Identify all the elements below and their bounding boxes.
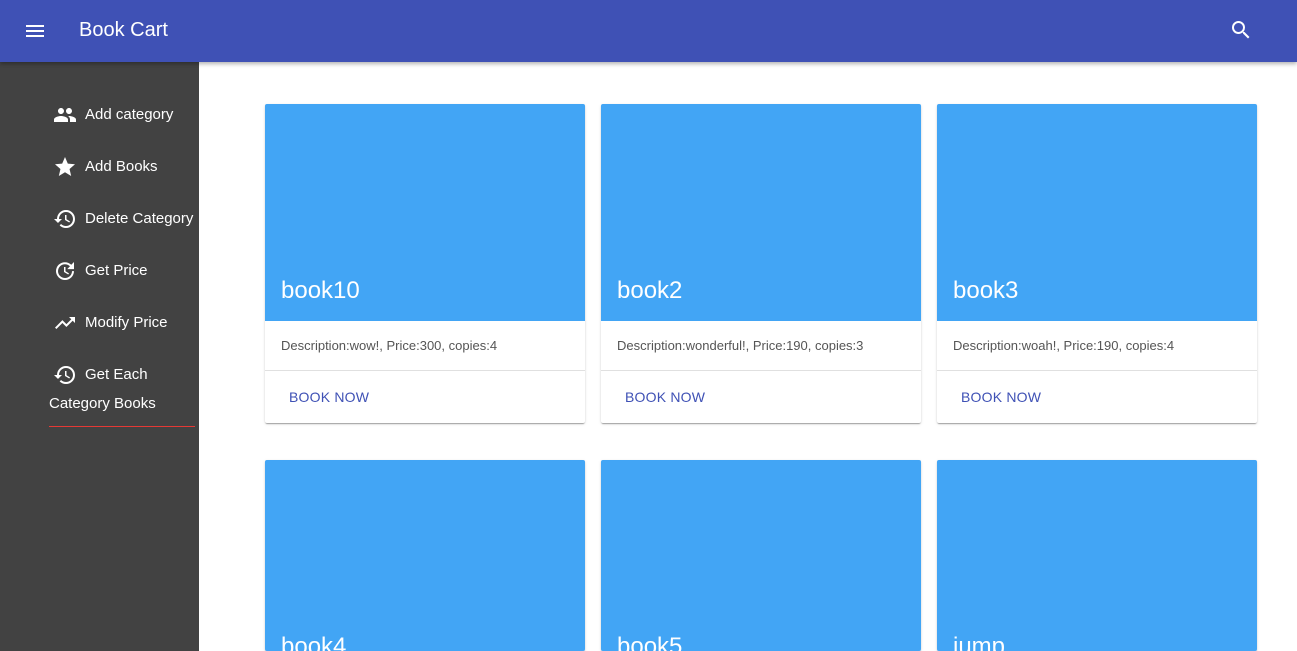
sidebar-item-delete-category[interactable]: Delete Category [49, 204, 199, 234]
card-title: book4 [281, 633, 347, 651]
sidebar-item-add-category[interactable]: Add category [49, 100, 199, 130]
sidebar-item-label: Delete Category [85, 210, 194, 227]
main-content: book10 Description:wow!, Price:300, copi… [199, 62, 1297, 651]
search-icon[interactable] [1229, 18, 1253, 42]
card-title: jump [953, 633, 1006, 651]
sidebar-item-get-price[interactable]: Get Price [49, 256, 199, 286]
app-toolbar: Book Cart [0, 0, 1297, 62]
card-title: book10 [281, 277, 360, 304]
book-card: book10 Description:wow!, Price:300, copi… [265, 104, 585, 423]
app-title: Book Cart [79, 19, 168, 41]
card-header: book10 [265, 104, 585, 321]
sidebar-item-label: Modify Price [85, 314, 168, 331]
sidebar-item-add-books[interactable]: Add Books [49, 152, 199, 182]
book-now-button[interactable]: BOOK NOW [945, 381, 1057, 413]
card-header: book3 [937, 104, 1257, 321]
book-card: book4 [265, 460, 585, 651]
book-card: book3 Description:woah!, Price:190, copi… [937, 104, 1257, 423]
selected-indicator [49, 426, 195, 427]
update-icon [53, 259, 77, 283]
sidebar-item-label: Add Books [85, 158, 158, 175]
card-title: book3 [953, 277, 1019, 304]
trending-up-icon [53, 311, 77, 335]
sidebar-item-label: Get Price [85, 262, 148, 279]
card-actions: BOOK NOW [937, 371, 1257, 423]
book-card: book2 Description:wonderful!, Price:190,… [601, 104, 921, 423]
book-card: jump [937, 460, 1257, 651]
card-header: book5 [601, 460, 921, 651]
history-icon [53, 363, 77, 387]
menu-icon[interactable] [23, 19, 47, 43]
card-actions: BOOK NOW [265, 371, 585, 423]
star-icon [53, 155, 77, 179]
history-icon [53, 207, 77, 231]
card-description: Description:woah!, Price:190, copies:4 [937, 321, 1257, 371]
card-header: book2 [601, 104, 921, 321]
card-description: Description:wonderful!, Price:190, copie… [601, 321, 921, 371]
card-header: book4 [265, 460, 585, 651]
sidebar: Add category Add Books Delete Category G… [0, 62, 199, 651]
card-header: jump [937, 460, 1257, 651]
card-actions: BOOK NOW [601, 371, 921, 423]
book-now-button[interactable]: BOOK NOW [609, 381, 721, 413]
card-title: book5 [617, 633, 683, 651]
sidebar-item-label: Add category [85, 106, 174, 123]
book-card: book5 [601, 460, 921, 651]
card-description: Description:wow!, Price:300, copies:4 [265, 321, 585, 371]
people-icon [53, 103, 77, 127]
sidebar-item-modify-price[interactable]: Modify Price [49, 308, 199, 338]
sidebar-item-get-each-category-books[interactable]: Get Each Category Books [49, 360, 199, 420]
card-title: book2 [617, 277, 683, 304]
book-now-button[interactable]: BOOK NOW [273, 381, 385, 413]
